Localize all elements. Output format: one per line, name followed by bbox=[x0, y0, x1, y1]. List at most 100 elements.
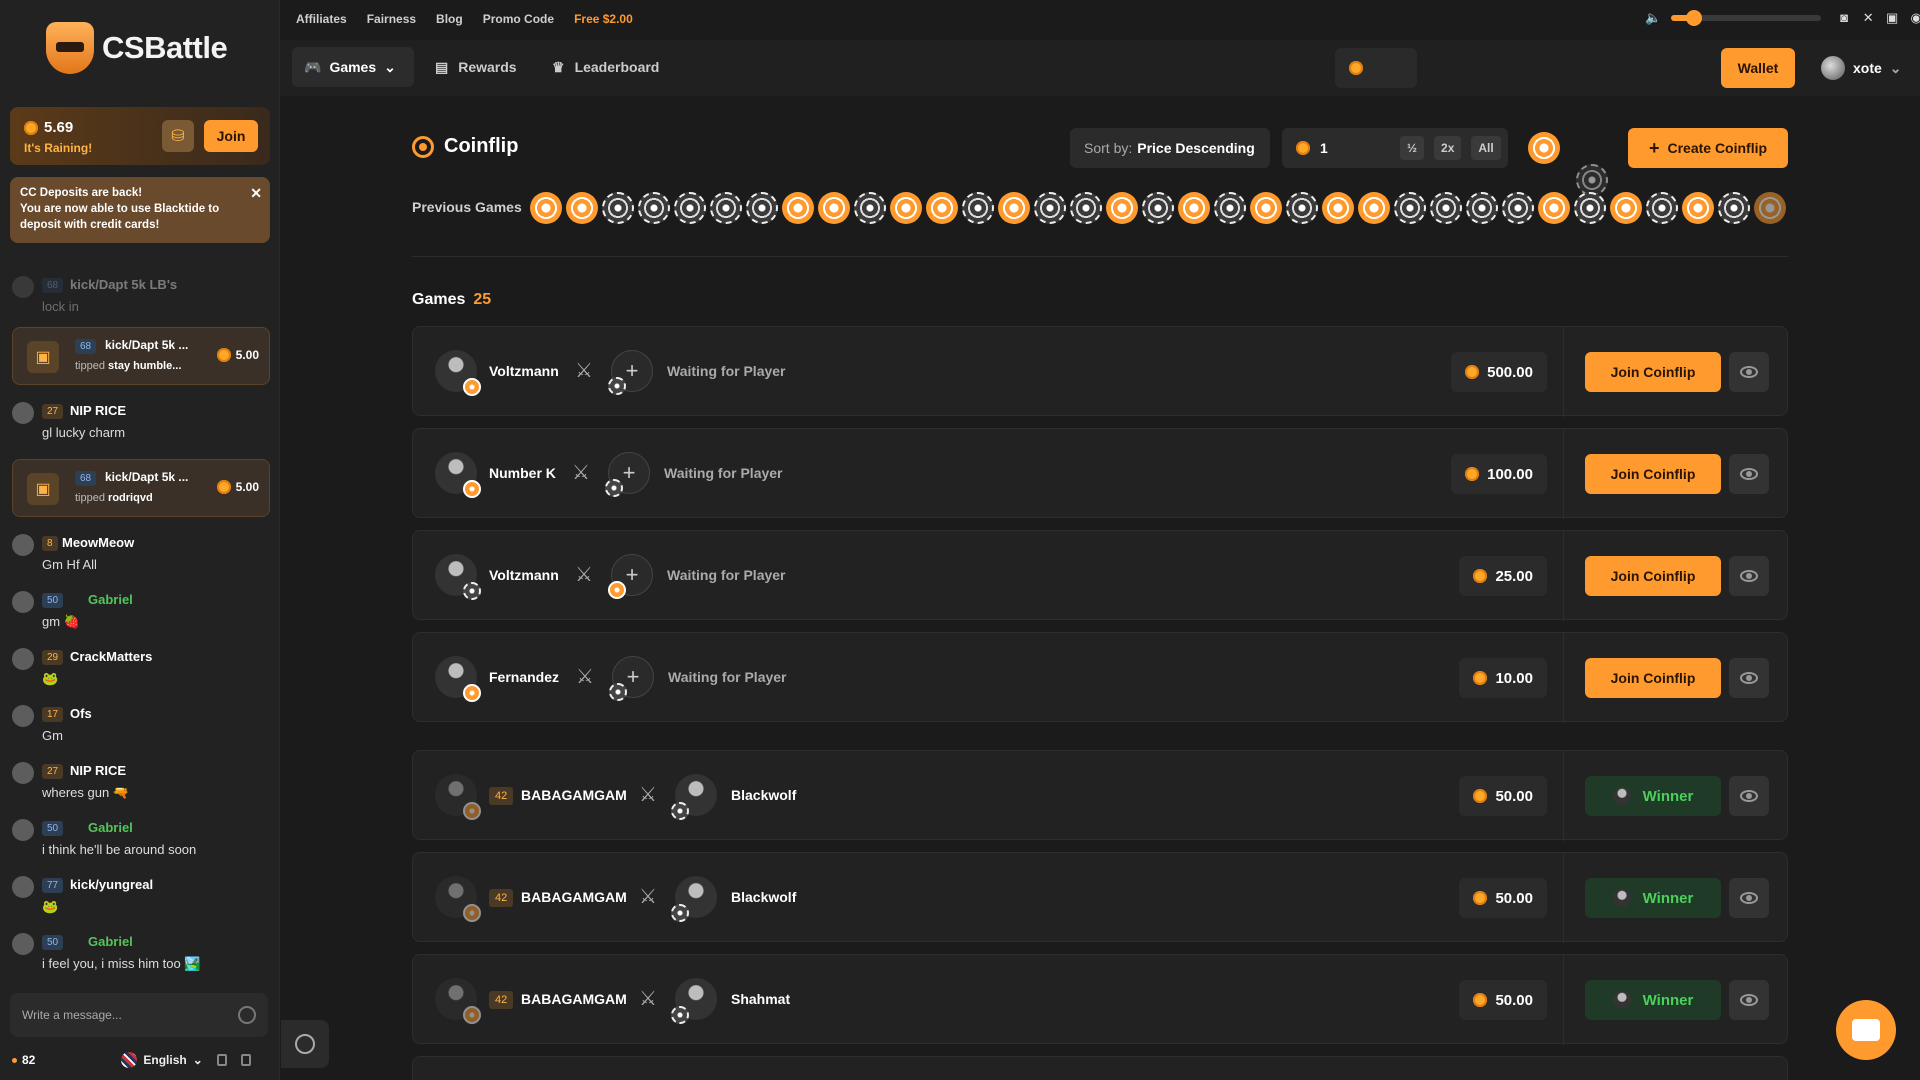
empty-slot[interactable]: + bbox=[609, 656, 654, 701]
chat-username[interactable]: kick/Dapt 5k LB's bbox=[70, 277, 177, 292]
empty-slot[interactable]: + bbox=[608, 554, 653, 599]
avatar[interactable] bbox=[12, 876, 34, 898]
ct-coin-icon[interactable] bbox=[602, 192, 634, 224]
balance-display[interactable] bbox=[1335, 48, 1417, 88]
opponent-avatar[interactable] bbox=[671, 774, 717, 820]
ct-coin-icon[interactable] bbox=[1394, 192, 1426, 224]
link-affiliates[interactable]: Affiliates bbox=[296, 12, 347, 26]
nav-leaderboard[interactable]: ♛ Leaderboard bbox=[552, 47, 659, 87]
chat-username[interactable]: CrackMatters bbox=[70, 649, 152, 664]
avatar[interactable] bbox=[12, 819, 34, 841]
view-button[interactable] bbox=[1729, 556, 1769, 596]
avatar[interactable] bbox=[12, 933, 34, 955]
trash-icon[interactable] bbox=[240, 1054, 251, 1066]
discord-icon[interactable]: ◙ bbox=[1837, 11, 1851, 25]
sort-dropdown[interactable]: Sort by: Price Descending bbox=[1070, 128, 1270, 168]
join-coinflip-button[interactable]: Join Coinflip bbox=[1585, 454, 1721, 494]
avatar[interactable] bbox=[12, 534, 34, 556]
t-coin-icon[interactable] bbox=[1106, 192, 1138, 224]
emoji-icon[interactable] bbox=[238, 1006, 256, 1024]
amount-input[interactable] bbox=[1320, 140, 1390, 156]
rain-icon[interactable]: ⛁ bbox=[162, 120, 194, 152]
tip-sender[interactable]: kick/Dapt 5k ... bbox=[105, 470, 188, 484]
link-promo-code[interactable]: Promo Code bbox=[483, 12, 554, 26]
join-coinflip-button[interactable]: Join Coinflip bbox=[1585, 556, 1721, 596]
x-icon[interactable]: ✕ bbox=[1861, 11, 1875, 25]
t-coin-icon[interactable] bbox=[890, 192, 922, 224]
player-avatar[interactable] bbox=[435, 978, 481, 1024]
ct-coin-icon[interactable] bbox=[1718, 192, 1750, 224]
t-coin-icon[interactable] bbox=[782, 192, 814, 224]
t-coin-icon[interactable] bbox=[530, 192, 562, 224]
all-button[interactable]: All bbox=[1471, 136, 1501, 160]
ct-coin-icon[interactable] bbox=[1574, 192, 1606, 224]
rain-join-button[interactable]: Join bbox=[204, 120, 258, 152]
t-coin-icon[interactable] bbox=[926, 192, 958, 224]
avatar[interactable] bbox=[12, 591, 34, 613]
games-menu[interactable]: 🎮 Games ⌄ bbox=[292, 47, 414, 87]
view-button[interactable] bbox=[1729, 980, 1769, 1020]
user-menu[interactable]: xote ⌄ bbox=[1821, 56, 1902, 80]
t-coin-icon[interactable] bbox=[1682, 192, 1714, 224]
language-selector[interactable]: English ⌄ bbox=[121, 1052, 203, 1068]
empty-slot[interactable]: + bbox=[608, 350, 653, 395]
view-button[interactable] bbox=[1729, 878, 1769, 918]
player-avatar[interactable] bbox=[435, 452, 481, 498]
join-coinflip-button[interactable]: Join Coinflip bbox=[1585, 658, 1721, 698]
ct-coin-icon[interactable] bbox=[710, 192, 742, 224]
volume-icon[interactable]: 🔈 bbox=[1645, 10, 1661, 26]
t-coin-icon[interactable] bbox=[998, 192, 1030, 224]
player-avatar[interactable] bbox=[435, 554, 481, 600]
avatar[interactable] bbox=[12, 762, 34, 784]
wallet-button[interactable]: Wallet bbox=[1721, 48, 1795, 88]
t-coin-icon[interactable] bbox=[1538, 192, 1570, 224]
chat-username[interactable]: NIP RICE bbox=[70, 763, 126, 778]
support-chat-button[interactable] bbox=[1836, 1000, 1896, 1060]
ct-coin-icon[interactable] bbox=[1646, 192, 1678, 224]
ct-coin-icon[interactable] bbox=[962, 192, 994, 224]
ct-coin-icon[interactable] bbox=[1214, 192, 1246, 224]
view-button[interactable] bbox=[1729, 658, 1769, 698]
ct-coin-icon[interactable] bbox=[746, 192, 778, 224]
chat-username[interactable]: Gabriel bbox=[88, 934, 133, 949]
nav-rewards[interactable]: ▤ Rewards bbox=[435, 47, 517, 87]
ct-coin-icon[interactable] bbox=[674, 192, 706, 224]
chat-toggle-button[interactable] bbox=[281, 1020, 329, 1068]
empty-slot[interactable]: + bbox=[605, 452, 650, 497]
double-button[interactable]: 2x bbox=[1434, 136, 1462, 160]
ct-coin-icon[interactable] bbox=[1502, 192, 1534, 224]
player-avatar[interactable] bbox=[435, 876, 481, 922]
t-coin-icon[interactable] bbox=[1178, 192, 1210, 224]
create-coinflip-button[interactable]: + Create Coinflip bbox=[1628, 128, 1788, 168]
chat-username[interactable]: kick/yungreal bbox=[70, 877, 153, 892]
t-coin-icon[interactable] bbox=[1322, 192, 1354, 224]
player-avatar[interactable] bbox=[435, 350, 481, 396]
t-side-toggle-icon[interactable] bbox=[1528, 132, 1560, 164]
chat-username[interactable]: Gabriel bbox=[88, 820, 133, 835]
view-button[interactable] bbox=[1729, 352, 1769, 392]
volume-knob[interactable] bbox=[1685, 10, 1702, 26]
brand-logo[interactable]: CSBattle bbox=[46, 22, 228, 74]
ct-coin-icon[interactable] bbox=[1070, 192, 1102, 224]
t-coin-icon[interactable] bbox=[566, 192, 598, 224]
rules-icon[interactable] bbox=[216, 1054, 227, 1066]
chat-username[interactable]: MeowMeow bbox=[62, 535, 134, 550]
chat-username[interactable]: Ofs bbox=[70, 706, 92, 721]
steam-icon[interactable]: ◉ bbox=[1909, 11, 1920, 25]
link-fairness[interactable]: Fairness bbox=[367, 12, 416, 26]
ct-coin-icon[interactable] bbox=[854, 192, 886, 224]
link-free-credit[interactable]: Free $2.00 bbox=[574, 12, 633, 26]
player-avatar[interactable] bbox=[435, 774, 481, 820]
avatar[interactable] bbox=[12, 402, 34, 424]
opponent-avatar[interactable] bbox=[671, 876, 717, 922]
t-coin-icon[interactable] bbox=[1610, 192, 1642, 224]
ct-coin-icon[interactable] bbox=[638, 192, 670, 224]
player-avatar[interactable] bbox=[435, 656, 481, 702]
chat-username[interactable]: Gabriel bbox=[88, 592, 133, 607]
ct-coin-icon[interactable] bbox=[1466, 192, 1498, 224]
view-button[interactable] bbox=[1729, 776, 1769, 816]
volume-slider[interactable] bbox=[1671, 10, 1822, 26]
ct-coin-icon[interactable] bbox=[1142, 192, 1174, 224]
kick-icon[interactable]: ▣ bbox=[1885, 11, 1899, 25]
join-coinflip-button[interactable]: Join Coinflip bbox=[1585, 352, 1721, 392]
